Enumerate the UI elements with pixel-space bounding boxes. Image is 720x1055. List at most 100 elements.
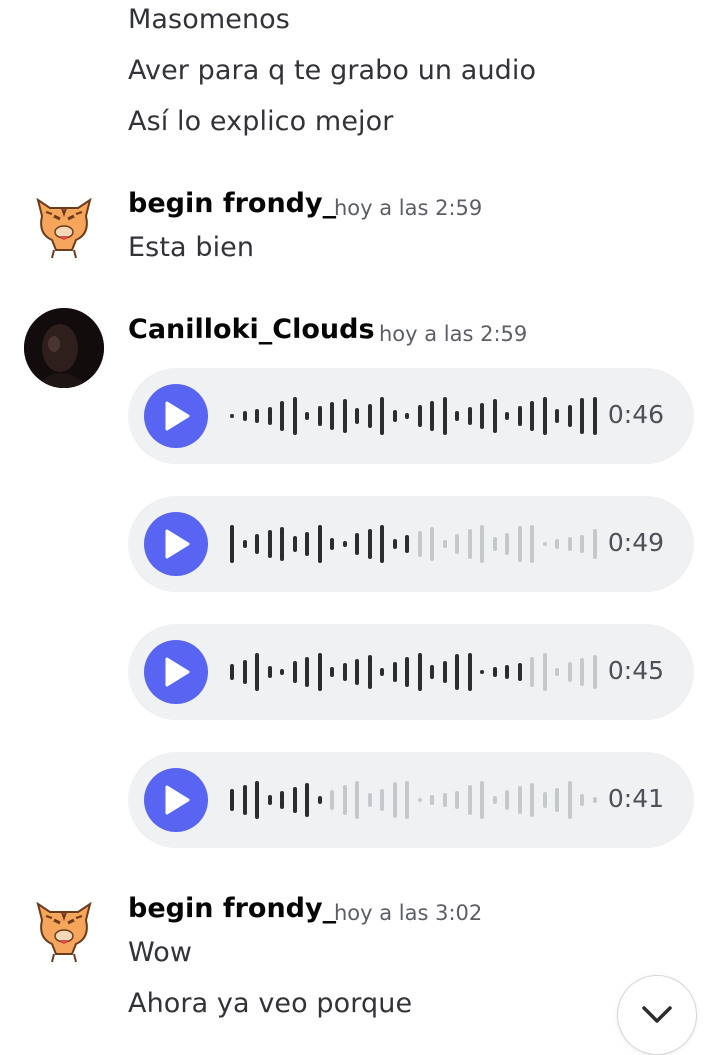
waveform-bar [330, 402, 334, 430]
scroll-to-bottom-button[interactable] [617, 975, 697, 1055]
play-button[interactable] [144, 640, 208, 704]
waveform-bar [242, 785, 247, 815]
waveform-bar [380, 668, 384, 676]
waveform-bar [392, 539, 397, 549]
waveform[interactable] [230, 780, 600, 820]
waveform-bar [530, 783, 534, 817]
waveform-bar [405, 535, 409, 553]
play-icon [165, 529, 190, 559]
voice-message: 0:45 [128, 624, 694, 720]
waveform-bar [430, 795, 434, 805]
waveform-bar [355, 781, 359, 819]
waveform-bar [242, 660, 247, 684]
waveform-bar [380, 789, 384, 811]
username[interactable]: begin frondy_ [128, 893, 336, 924]
waveform-bar [342, 399, 347, 433]
duration: 0:46 [607, 400, 664, 429]
waveform-bar [417, 405, 422, 427]
waveform-bar [317, 796, 322, 804]
waveform-bar [530, 525, 534, 563]
play-button[interactable] [144, 768, 208, 832]
waveform-bar [492, 796, 497, 804]
waveform-bar [542, 792, 547, 808]
waveform-bar [492, 537, 497, 551]
waveform-bar [517, 786, 522, 814]
username[interactable]: Canilloki_Clouds [128, 314, 375, 345]
waveform-bar [392, 782, 397, 818]
waveform-bar [392, 662, 397, 682]
voice-message: 0:46 [128, 368, 694, 464]
avatar[interactable] [24, 186, 104, 266]
message-text: Esta bien [128, 232, 255, 263]
message-text: Wow [128, 937, 193, 968]
waveform-bar [305, 412, 309, 420]
waveform-bar [292, 661, 297, 683]
waveform-bar [455, 654, 459, 690]
waveform-bar [530, 401, 534, 431]
waveform-bar [480, 781, 484, 819]
waveform-bar [230, 664, 234, 680]
waveform-bar [442, 540, 447, 548]
waveform-bar [592, 655, 597, 689]
chevron-down-icon [642, 1006, 672, 1023]
duration: 0:49 [607, 528, 664, 557]
duration: 0:45 [607, 656, 664, 685]
waveform-bar [580, 398, 584, 434]
waveform[interactable] [230, 524, 600, 564]
waveform-bar [280, 527, 284, 561]
play-icon [165, 657, 190, 687]
waveform-bar [280, 669, 284, 675]
voice-message: 0:49 [128, 496, 694, 592]
waveform-bar [417, 531, 422, 557]
waveform-bar [430, 401, 434, 431]
message-text: Así lo explico mejor [128, 106, 394, 137]
waveform-bar [230, 525, 234, 563]
waveform-bar [367, 529, 372, 559]
waveform-bar [592, 797, 597, 803]
waveform-bar [442, 397, 447, 435]
waveform-bar [330, 667, 334, 677]
waveform-bar [330, 790, 334, 810]
waveform-bar [342, 663, 347, 681]
waveform-bar [505, 412, 509, 420]
waveform-bar [442, 793, 447, 807]
waveform-bar [555, 539, 559, 549]
waveform-bar [317, 653, 322, 691]
waveform-bar [392, 410, 397, 422]
username[interactable]: begin frondy_ [128, 188, 336, 219]
waveform-bar [242, 540, 247, 548]
waveform-bar [580, 658, 584, 686]
waveform-bar [455, 791, 459, 809]
timestamp: hoy a las 3:02 [334, 901, 483, 925]
waveform-bar [255, 781, 259, 819]
play-button[interactable] [144, 512, 208, 576]
waveform-bar [567, 662, 572, 682]
play-icon [165, 785, 190, 815]
waveform-bar [542, 397, 547, 435]
waveform-bar [280, 791, 284, 809]
waveform-bar [342, 785, 347, 815]
waveform-bar [455, 411, 459, 421]
waveform-bar [492, 667, 497, 677]
waveform-bar [505, 533, 509, 555]
timestamp: hoy a las 2:59 [379, 322, 528, 346]
waveform-bar [542, 542, 547, 546]
waveform[interactable] [230, 652, 600, 692]
waveform-bar [542, 653, 547, 691]
voice-message: 0:41 [128, 752, 694, 848]
avatar[interactable] [24, 308, 104, 388]
waveform-bar [580, 535, 584, 553]
message-text: Aver para q te grabo un audio [128, 55, 537, 86]
avatar[interactable] [24, 890, 104, 970]
waveform-bar [355, 659, 359, 685]
waveform-bar [430, 527, 434, 561]
waveform-bar [267, 666, 272, 678]
play-button[interactable] [144, 384, 208, 448]
waveform-bar [505, 665, 509, 679]
waveform-bar [555, 788, 559, 812]
waveform-bar [505, 790, 509, 810]
waveform-bar [480, 525, 484, 563]
waveform[interactable] [230, 396, 600, 436]
waveform-bar [430, 665, 434, 679]
waveform-bar [305, 657, 309, 687]
